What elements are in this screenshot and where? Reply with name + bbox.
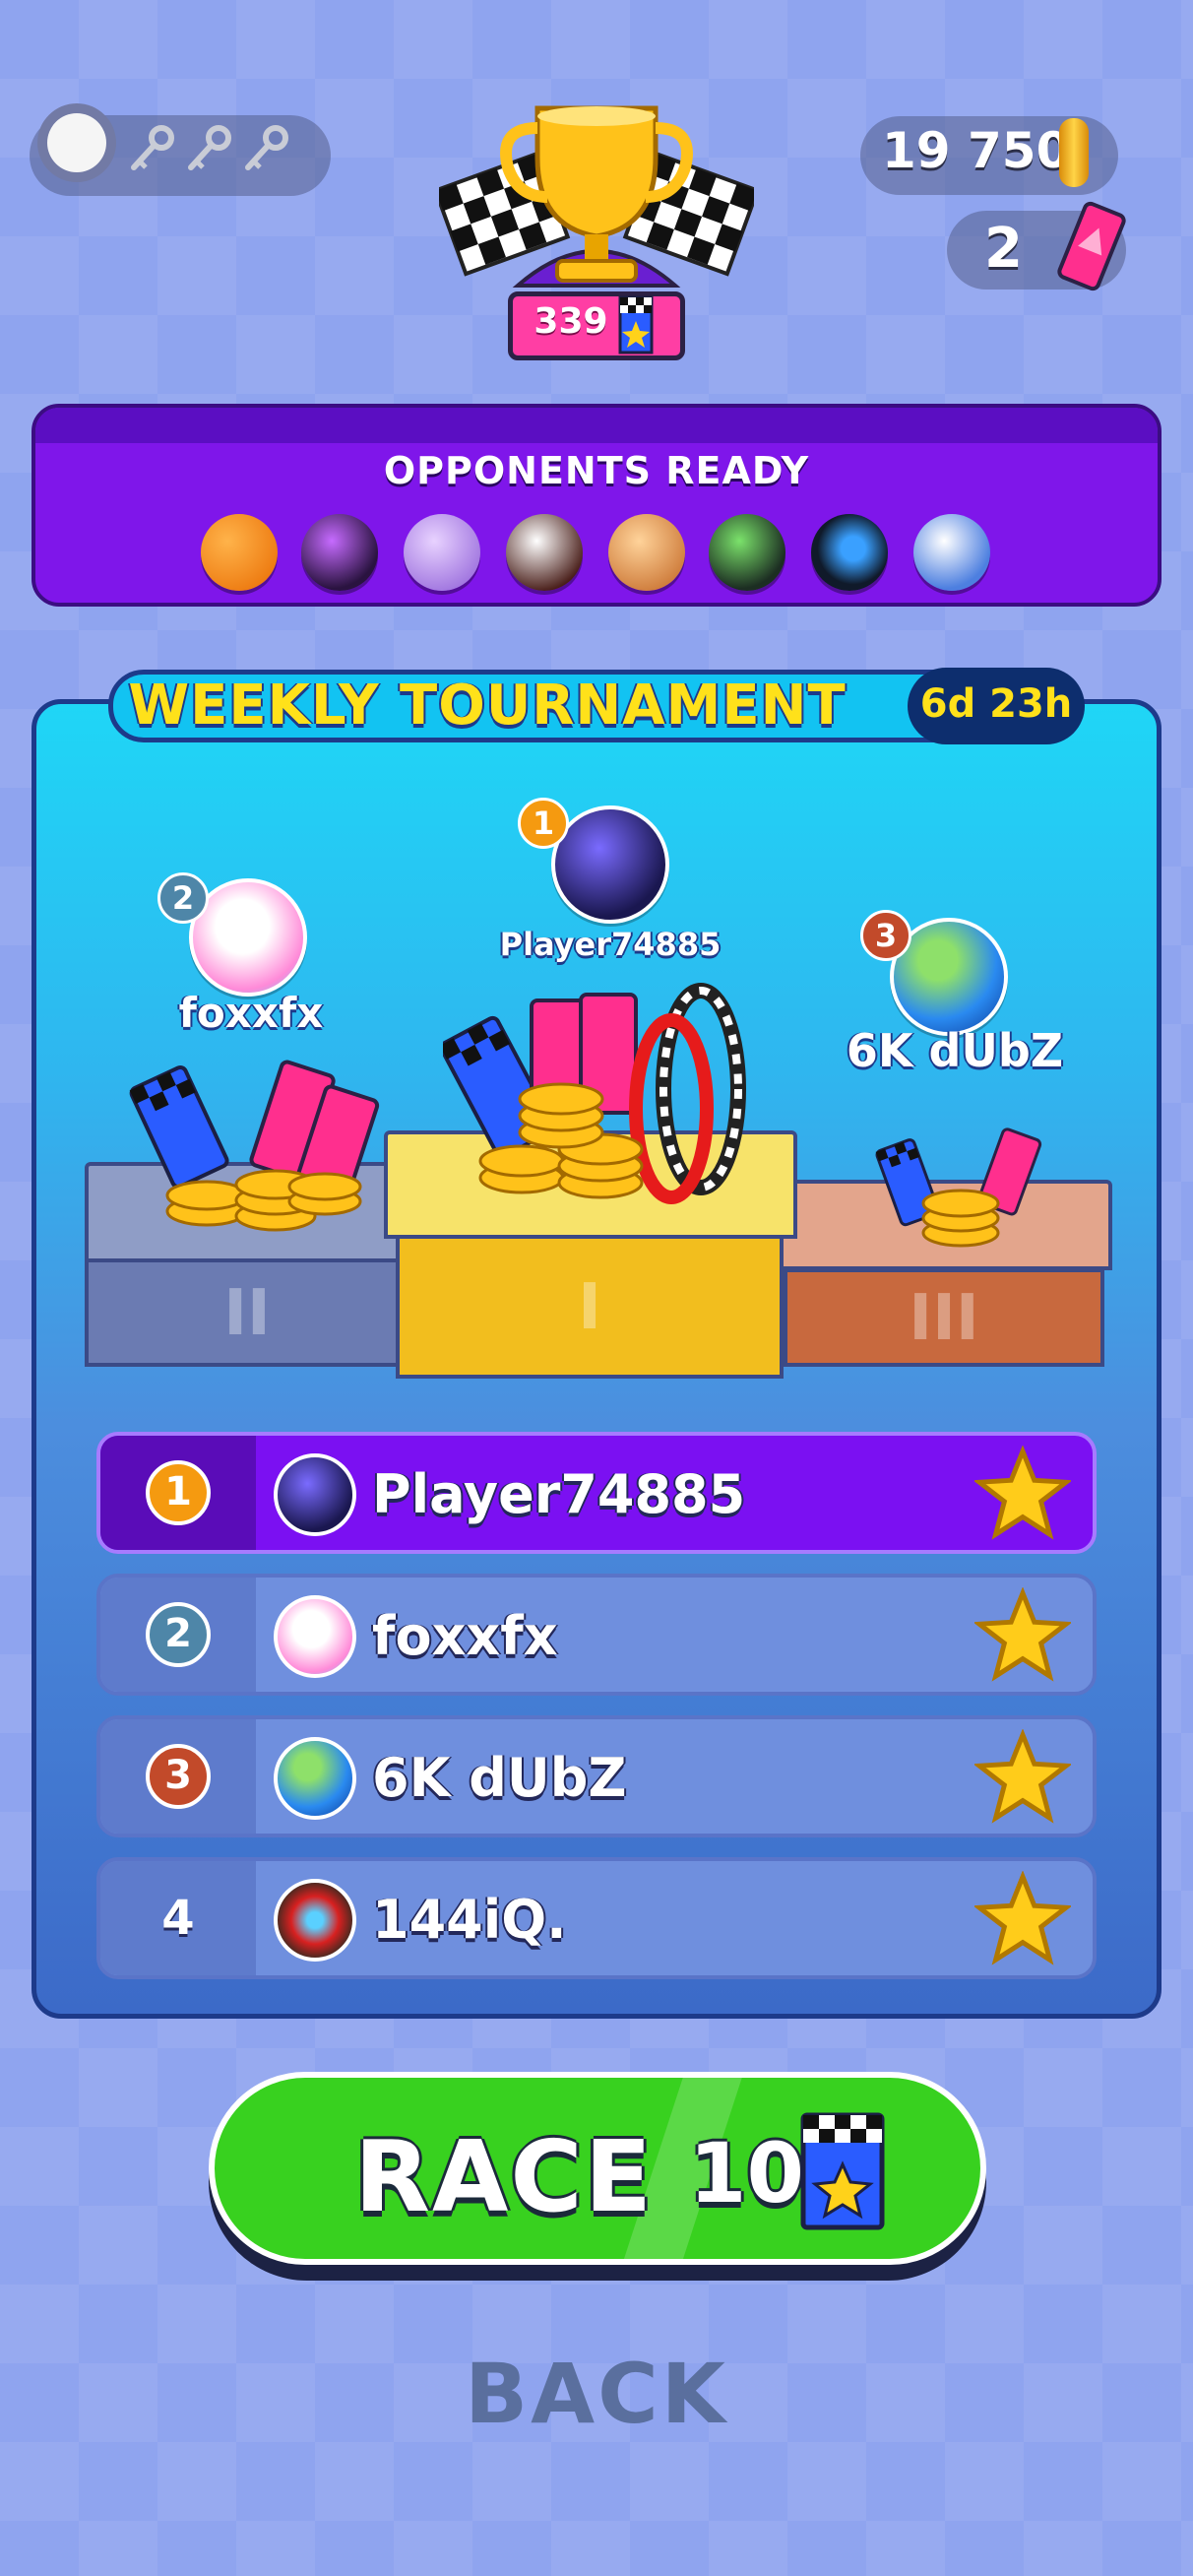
- leaderboard-row[interactable]: 2 foxxfx: [96, 1574, 1097, 1696]
- leaderboard-row[interactable]: 3 6K dUbZ: [96, 1715, 1097, 1837]
- player-name: 6K dUbZ: [372, 1747, 627, 1809]
- key-icon: [188, 125, 231, 170]
- avatar: [274, 1453, 356, 1536]
- podium-first: I: [396, 1235, 784, 1379]
- pumpkin-ball-icon: [201, 514, 278, 591]
- leaderboard-row[interactable]: 4 144iQ.: [96, 1857, 1097, 1979]
- star-icon: [974, 1446, 1071, 1540]
- blue-tire-ball-icon: [811, 514, 888, 591]
- first-place-name: Player74885: [499, 926, 722, 963]
- checkered-flag-icon: [800, 2112, 885, 2230]
- green-stars-ball-icon: [709, 514, 785, 591]
- podium-second: II: [85, 1258, 409, 1367]
- rank-badge: 3: [146, 1744, 211, 1809]
- third-place-rank-badge: 3: [860, 910, 911, 961]
- checkered-flag-icon: [618, 295, 654, 354]
- coins-value: 19 750: [882, 122, 1071, 179]
- rank-badge: 2: [146, 1602, 211, 1667]
- avatar: [274, 1595, 356, 1678]
- avatar: [274, 1879, 356, 1962]
- toggle-knob[interactable]: [37, 103, 116, 182]
- first-place-avatar: [551, 805, 669, 924]
- second-place-rewards-icon: [129, 1060, 380, 1232]
- star-icon: [974, 1587, 1071, 1682]
- tickets-value: 2: [984, 217, 1023, 281]
- first-place-rewards-icon: [443, 983, 746, 1204]
- first-place-rank-badge: 1: [518, 798, 569, 849]
- key-icon: [131, 125, 174, 170]
- leaderboard-row[interactable]: 1 Player74885: [96, 1432, 1097, 1554]
- second-place-name: foxxfx: [178, 989, 324, 1037]
- coin-icon: [1059, 118, 1089, 187]
- star-icon: [974, 1729, 1071, 1824]
- race-label: RACE: [354, 2119, 655, 2234]
- tournament-title: WEEKLY TOURNAMENT: [128, 674, 847, 738]
- podium-third: III: [784, 1268, 1104, 1367]
- purple-feather-ball-icon: [301, 514, 378, 591]
- second-place-rank-badge: 2: [157, 872, 209, 924]
- player-name: Player74885: [372, 1463, 746, 1525]
- ticket-icon: [1057, 201, 1126, 291]
- avatar: [274, 1737, 356, 1820]
- opponents-title: OPPONENTS READY: [383, 449, 810, 492]
- rank-number: 4: [161, 1891, 195, 1946]
- swirl-ball-icon: [506, 514, 583, 591]
- tournament-timer: 6d 23h: [919, 681, 1073, 727]
- race-cost: 10: [689, 2125, 804, 2222]
- key-icon: [245, 125, 288, 170]
- third-place-rewards-icon: [875, 1127, 1042, 1248]
- back-button[interactable]: BACK: [400, 2346, 793, 2442]
- star-icon: [974, 1871, 1071, 1965]
- opponents-panel-header: [35, 408, 1158, 443]
- player-name: foxxfx: [372, 1605, 558, 1667]
- purple-pattern-ball-icon: [404, 514, 480, 591]
- trophy-count: 339: [534, 301, 608, 342]
- rank-badge: 1: [146, 1460, 211, 1525]
- third-place-name: 6K dUbZ: [846, 1024, 1064, 1077]
- player-name: 144iQ.: [372, 1889, 567, 1951]
- hamster-ball-icon: [608, 514, 685, 591]
- astronaut-ball-icon: [913, 514, 990, 591]
